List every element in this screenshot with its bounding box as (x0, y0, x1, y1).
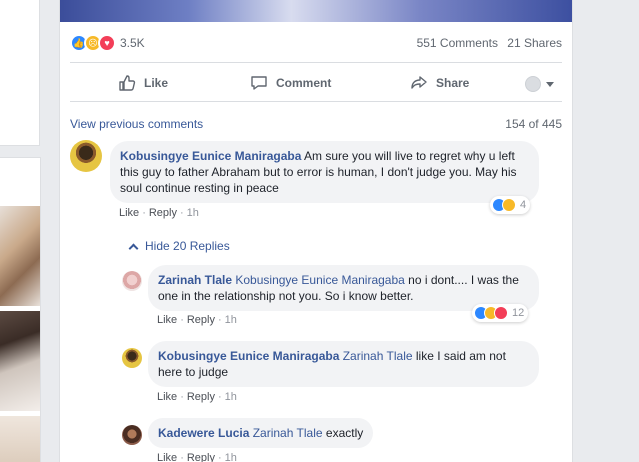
reply-author[interactable]: Kadewere Lucia (158, 426, 249, 440)
comment-button[interactable]: Comment (250, 74, 331, 92)
reply-bubble: Kobusingye Eunice Maniragaba Zarinah Tla… (148, 341, 539, 387)
photo-thumbnail[interactable] (0, 416, 40, 462)
reply-time[interactable]: 1h (225, 452, 237, 462)
share-label: Share (436, 76, 470, 90)
reply-reactions-badge[interactable]: 12 (472, 304, 529, 322)
comment-meta: Like · Reply · 1h (119, 207, 199, 219)
like-label: Like (144, 76, 169, 90)
avatar (525, 76, 541, 92)
shares-count[interactable]: 21 Shares (507, 36, 562, 50)
comments-count[interactable]: 551 Comments (417, 36, 498, 50)
reply-like-link[interactable]: Like (157, 452, 177, 462)
reaction-count: 12 (512, 307, 525, 319)
reply-text: exactly (325, 426, 364, 440)
reaction-as-selector[interactable] (525, 76, 554, 92)
love-reaction-icon: ♥ (98, 34, 116, 52)
reactions-bar: 👍 ☹ ♥ 3.5K 551 Comments 21 Shares (70, 32, 562, 54)
comment-reply-link[interactable]: Reply (149, 207, 177, 219)
reply-mention[interactable]: Zarinah Tlale (253, 426, 323, 440)
comment-like-link[interactable]: Like (119, 207, 139, 219)
reply-author[interactable]: Zarinah Tlale (158, 273, 232, 287)
comment-label: Comment (276, 76, 332, 90)
reply-author[interactable]: Kobusingye Eunice Maniragaba (158, 349, 339, 363)
reply-reply-link[interactable]: Reply (187, 391, 215, 403)
reply-bubble: Kadewere Lucia Zarinah Tlale exactly (148, 418, 374, 448)
caret-down-icon (546, 81, 554, 87)
avatar[interactable] (122, 348, 142, 368)
comment-author[interactable]: Kobusingye Eunice Maniragaba (120, 149, 301, 163)
comment-icon (251, 76, 267, 90)
comment-bubble: Kobusingye Eunice Maniragaba Am sure you… (110, 141, 539, 203)
love-reaction-icon (494, 306, 508, 320)
post-actions: Like Comment Share (70, 62, 562, 102)
left-sidebar-photos (0, 157, 41, 462)
share-icon (411, 76, 427, 89)
comment-time[interactable]: 1h (187, 207, 199, 219)
reply-like-link[interactable]: Like (157, 314, 177, 326)
post-stats: 551 Comments 21 Shares (411, 36, 562, 50)
left-sidebar-top (0, 0, 40, 146)
haha-reaction-icon (502, 198, 516, 212)
chevron-up-icon (128, 243, 139, 253)
reply-mention[interactable]: Kobusingye Eunice Maniragaba (235, 273, 404, 287)
photo-thumbnail[interactable] (0, 206, 40, 306)
thumbs-up-icon (119, 75, 136, 91)
reply-time[interactable]: 1h (225, 391, 237, 403)
reply-reply-link[interactable]: Reply (187, 314, 215, 326)
post-image[interactable] (60, 0, 572, 22)
reply-meta: Like · Reply · 1h (157, 452, 237, 462)
comment-reactions-badge[interactable]: 4 (490, 196, 531, 214)
share-button[interactable]: Share (410, 74, 469, 92)
reaction-count: 4 (520, 199, 527, 211)
comments-counter: 154 of 445 (505, 117, 562, 131)
avatar[interactable] (70, 140, 102, 172)
like-button[interactable]: Like (118, 74, 168, 92)
hide-replies-link[interactable]: Hide 20 Replies (128, 239, 230, 253)
comments-header: View previous comments 154 of 445 (70, 117, 562, 133)
reply-like-link[interactable]: Like (157, 391, 177, 403)
reply-mention[interactable]: Zarinah Tlale (343, 349, 413, 363)
reply-meta: Like · Reply · 1h (157, 314, 237, 326)
reply-meta: Like · Reply · 1h (157, 391, 237, 403)
reply-time[interactable]: 1h (225, 314, 237, 326)
photo-thumbnail[interactable] (0, 311, 40, 411)
avatar[interactable] (122, 425, 142, 445)
post-card: 👍 ☹ ♥ 3.5K 551 Comments 21 Shares Like C… (59, 0, 573, 462)
avatar[interactable] (122, 271, 142, 291)
view-previous-comments-link[interactable]: View previous comments (70, 117, 203, 131)
reaction-count[interactable]: 3.5K (120, 36, 145, 50)
reply-reply-link[interactable]: Reply (187, 452, 215, 462)
hide-replies-label: Hide 20 Replies (145, 239, 230, 253)
